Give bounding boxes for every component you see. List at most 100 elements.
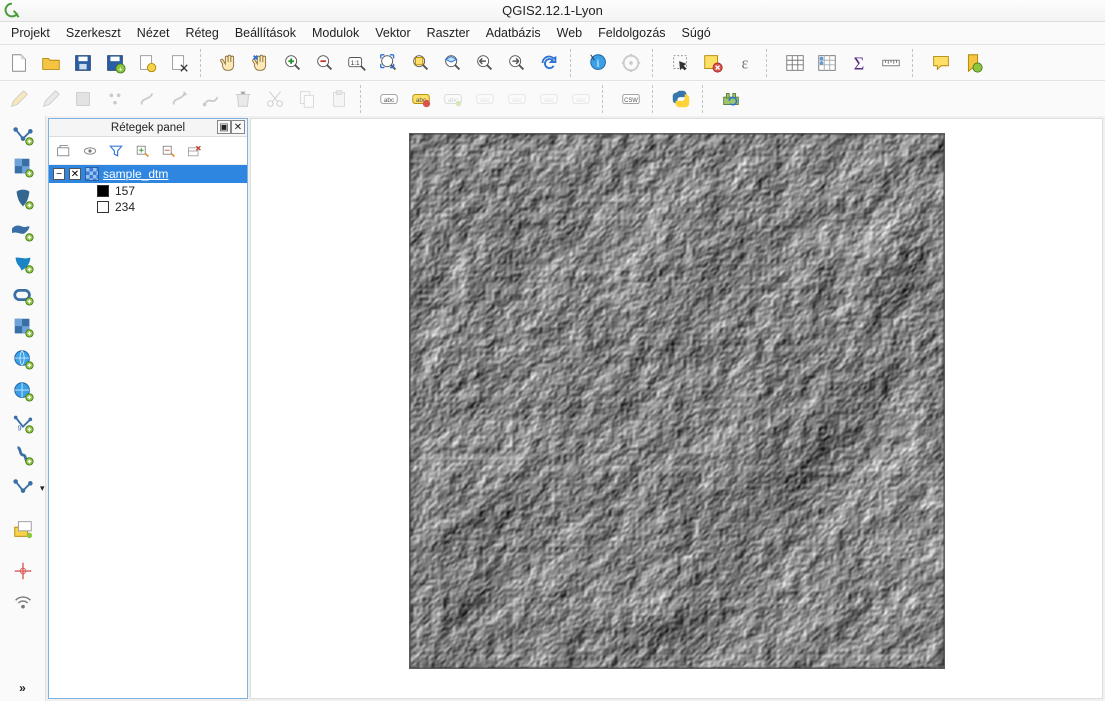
new-print-composer-button[interactable]	[132, 48, 162, 78]
python-console-button[interactable]	[666, 84, 696, 114]
save-as-button[interactable]: +	[100, 48, 130, 78]
refresh-button[interactable]	[534, 48, 564, 78]
menu-beallitasok[interactable]: Beállítások	[228, 24, 303, 42]
measure-button[interactable]	[876, 48, 906, 78]
composer-manager-button[interactable]	[164, 48, 194, 78]
panel-undock-button[interactable]: ▣	[217, 120, 231, 134]
reshape-button[interactable]	[196, 84, 226, 114]
zoom-to-layer-button[interactable]	[438, 48, 468, 78]
copy-button[interactable]	[292, 84, 322, 114]
move-feature-button[interactable]	[132, 84, 162, 114]
gps-information-button[interactable]	[8, 588, 38, 618]
map-tips-button[interactable]	[926, 48, 956, 78]
toolbar-overflow-icon[interactable]: »	[19, 681, 26, 695]
plugin-reloader-button[interactable]	[716, 84, 746, 114]
map-canvas[interactable]	[409, 133, 945, 669]
collapse-all-button[interactable]	[157, 140, 179, 162]
legend-min-row: 157	[49, 183, 247, 199]
add-wfs-layer-button[interactable]	[8, 376, 38, 406]
add-virtual-layer-button[interactable]	[8, 440, 38, 470]
zoom-to-selection-button[interactable]	[406, 48, 436, 78]
zoom-in-button[interactable]	[278, 48, 308, 78]
paste-button[interactable]	[324, 84, 354, 114]
open-project-button[interactable]	[36, 48, 66, 78]
zoom-out-button[interactable]	[310, 48, 340, 78]
legend-max-swatch	[97, 201, 109, 213]
svg-text:ε: ε	[742, 53, 749, 72]
svg-text:abc: abc	[512, 96, 523, 103]
menu-reteg[interactable]: Réteg	[178, 24, 225, 42]
georeferencer-button[interactable]	[8, 514, 38, 544]
label-move-button[interactable]: abc	[534, 84, 564, 114]
pan-to-selection-button[interactable]	[246, 48, 276, 78]
menu-adatbazis[interactable]: Adatbázis	[479, 24, 548, 42]
select-by-expression-button[interactable]	[698, 48, 728, 78]
label-rotate-button[interactable]: abc	[566, 84, 596, 114]
csw-client-button[interactable]: CSW	[616, 84, 646, 114]
add-wms-layer-button[interactable]	[8, 312, 38, 342]
layer-expander-icon[interactable]: −	[53, 168, 65, 180]
open-attribute-table-button[interactable]	[780, 48, 810, 78]
toolbar-secondary: abc abc abc abc abc abc abc CSW	[0, 80, 1105, 116]
menu-modulok[interactable]: Modulok	[305, 24, 366, 42]
menu-projekt[interactable]: Projekt	[4, 24, 57, 42]
new-project-button[interactable]	[4, 48, 34, 78]
save-edits-button[interactable]	[68, 84, 98, 114]
add-group-button[interactable]	[53, 140, 75, 162]
layers-panel-toolbar	[49, 137, 247, 165]
menu-feldolgozas[interactable]: Feldolgozás	[591, 24, 672, 42]
label-options-button[interactable]: abc	[406, 84, 436, 114]
remove-layer-button[interactable]	[183, 140, 205, 162]
add-raster-layer-button[interactable]	[8, 152, 38, 182]
filter-legend-button[interactable]	[105, 140, 127, 162]
pan-button[interactable]	[214, 48, 244, 78]
menu-vektor[interactable]: Vektor	[368, 24, 417, 42]
expression-select-button[interactable]: ε	[730, 48, 760, 78]
menu-sugo[interactable]: Súgó	[675, 24, 718, 42]
current-edits-button[interactable]	[36, 84, 66, 114]
expand-all-button[interactable]	[131, 140, 153, 162]
menu-web[interactable]: Web	[550, 24, 589, 42]
select-features-button[interactable]	[666, 48, 696, 78]
identify-button[interactable]: i	[584, 48, 614, 78]
label-showhide-button[interactable]: abc	[502, 84, 532, 114]
menu-nezet[interactable]: Nézet	[130, 24, 177, 42]
add-feature-button[interactable]	[100, 84, 130, 114]
layer-visibility-checkbox[interactable]: ✕	[69, 168, 81, 180]
svg-text:abc: abc	[544, 96, 555, 103]
layers-panel-title: Rétegek panel	[111, 122, 185, 134]
add-wcs-layer-button[interactable]	[8, 344, 38, 374]
new-bookmark-button[interactable]	[958, 48, 988, 78]
zoom-native-button[interactable]: 1:1	[342, 48, 372, 78]
zoom-full-button[interactable]	[374, 48, 404, 78]
edit-pencil-button[interactable]	[4, 84, 34, 114]
add-vector-layer-button[interactable]	[8, 120, 38, 150]
field-calculator-button[interactable]	[812, 48, 842, 78]
layer-row-sample-dtm[interactable]: − ✕ sample_dtm	[49, 165, 247, 183]
manage-visibility-button[interactable]	[79, 140, 101, 162]
add-postgis-layer-button[interactable]	[8, 184, 38, 214]
svg-text:abc: abc	[576, 96, 587, 103]
menu-raszter[interactable]: Raszter	[420, 24, 477, 42]
label-pin-button[interactable]: abc	[470, 84, 500, 114]
cut-button[interactable]	[260, 84, 290, 114]
zoom-last-button[interactable]	[470, 48, 500, 78]
statistics-button[interactable]: Σ	[844, 48, 874, 78]
save-project-button[interactable]	[68, 48, 98, 78]
add-oracle-layer-button[interactable]	[8, 280, 38, 310]
node-tool-button[interactable]	[164, 84, 194, 114]
delete-selected-button[interactable]	[228, 84, 258, 114]
panel-close-button[interactable]: ✕	[231, 120, 245, 134]
coordinate-capture-button[interactable]	[8, 556, 38, 586]
run-feature-action-button[interactable]	[616, 48, 646, 78]
label-highlight-button[interactable]: abc	[438, 84, 468, 114]
layer-tree[interactable]: − ✕ sample_dtm 157 234	[49, 165, 247, 698]
add-mssql-layer-button[interactable]	[8, 248, 38, 278]
add-spatialite-layer-button[interactable]	[8, 216, 38, 246]
svg-text:+: +	[118, 64, 122, 73]
new-shapefile-button[interactable]: ▾	[8, 472, 38, 502]
zoom-next-button[interactable]	[502, 48, 532, 78]
menu-szerkeszt[interactable]: Szerkeszt	[59, 24, 128, 42]
add-delimited-text-layer-button[interactable]: 9	[8, 408, 38, 438]
label-layer-button[interactable]: abc	[374, 84, 404, 114]
